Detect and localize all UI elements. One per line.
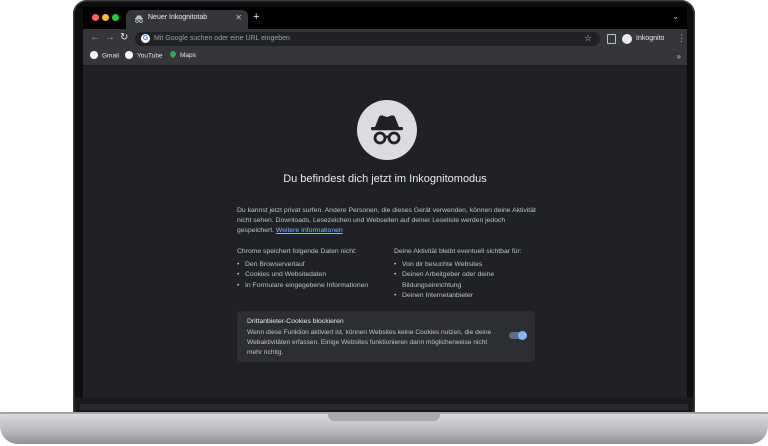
kebab-menu-icon[interactable]: ⋮ — [677, 33, 686, 43]
cookie-card-description: Wenn diese Funktion aktiviert ist, könne… — [247, 329, 492, 356]
profile-label: Inkognito — [636, 35, 665, 42]
star-icon[interactable]: ☆ — [584, 33, 592, 44]
chevron-double-right-icon[interactable]: » — [677, 52, 681, 61]
list-item: Deinen Internetanbieter — [394, 291, 539, 301]
not-saved-title: Chrome speichert folgende Daten nicht: — [237, 248, 357, 255]
chevron-down-icon[interactable]: ⌄ — [672, 12, 679, 21]
intro-text: Du kannst jetzt privat surfen. Andere Pe… — [237, 206, 537, 237]
side-panel-icon[interactable] — [607, 34, 616, 44]
bookmark-label: YouTube — [137, 52, 163, 60]
bookmark-gmail[interactable]: Gmail — [90, 51, 119, 62]
visible-to-title: Deine Aktivität bleibt eventuell sichtba… — [394, 248, 522, 255]
incognito-page: Du befindest dich jetzt im Inkognitomodu… — [83, 66, 687, 397]
forward-arrow-icon[interactable]: → — [105, 32, 115, 44]
reload-icon[interactable]: ↻ — [120, 32, 128, 44]
toolbar: ← → ↻ G Mit Google suchen oder eine URL … — [83, 29, 687, 49]
laptop-groove — [328, 414, 440, 421]
list-item: Deinen Arbeitgeber oder deine Bildungsei… — [394, 270, 539, 290]
bookmark-youtube[interactable]: YouTube — [125, 51, 163, 62]
third-party-cookies-card: Drittanbieter-Cookies blockieren Wenn di… — [237, 311, 535, 362]
tab-incognito[interactable]: Neuer Inkognitotab ✕ — [126, 10, 248, 29]
learn-more-link[interactable]: Weitere Informationen — [276, 227, 343, 234]
bookmark-maps[interactable]: Maps — [168, 50, 196, 62]
list-item: Von dir besuchte Websites — [394, 260, 539, 270]
google-icon — [90, 51, 98, 59]
back-arrow-icon[interactable]: ← — [90, 32, 100, 44]
list-item: Den Browserverlauf — [237, 260, 387, 270]
maps-icon — [168, 50, 178, 59]
window-close-button[interactable] — [92, 14, 99, 21]
page-title: Du befindest dich jetzt im Inkognitomodu… — [283, 173, 487, 185]
tab-title: Neuer Inkognitotab — [148, 14, 208, 21]
browser-window: Neuer Inkognitotab ✕ + ⌄ ← → ↻ G Mit Goo… — [83, 7, 687, 397]
laptop-frame: Neuer Inkognitotab ✕ + ⌄ ← → ↻ G Mit Goo… — [0, 0, 768, 446]
close-icon[interactable]: ✕ — [235, 13, 242, 23]
window-minimize-button[interactable] — [102, 14, 109, 21]
cookie-card-title: Drittanbieter-Cookies blockieren — [247, 318, 344, 325]
incognito-avatar-icon — [622, 34, 632, 44]
camera-notch — [354, 8, 416, 21]
incognito-icon — [357, 100, 417, 160]
visible-to-column: Deine Aktivität bleibt eventuell sichtba… — [394, 247, 539, 301]
list-item: In Formulare eingegebene Informationen — [237, 281, 387, 291]
google-icon — [125, 51, 133, 59]
bookmarks-bar: Gmail YouTube Maps » — [83, 49, 687, 66]
window-maximize-button[interactable] — [112, 14, 119, 21]
toggle-knob — [518, 331, 527, 340]
incognito-icon — [134, 14, 144, 24]
block-cookies-toggle[interactable] — [509, 331, 527, 340]
address-bar-placeholder: Mit Google suchen oder eine URL eingeben — [154, 35, 290, 42]
not-saved-column: Chrome speichert folgende Daten nicht: D… — [237, 247, 387, 291]
list-item: Cookies und Websitedaten — [237, 270, 387, 280]
profile-button[interactable]: Inkognito — [619, 32, 671, 46]
bookmark-label: Maps — [180, 52, 196, 59]
laptop-hinge — [80, 404, 688, 410]
bookmark-label: Gmail — [102, 52, 119, 60]
address-bar[interactable]: G Mit Google suchen oder eine URL eingeb… — [135, 32, 600, 46]
plus-icon[interactable]: + — [253, 11, 259, 23]
google-icon: G — [141, 34, 150, 43]
